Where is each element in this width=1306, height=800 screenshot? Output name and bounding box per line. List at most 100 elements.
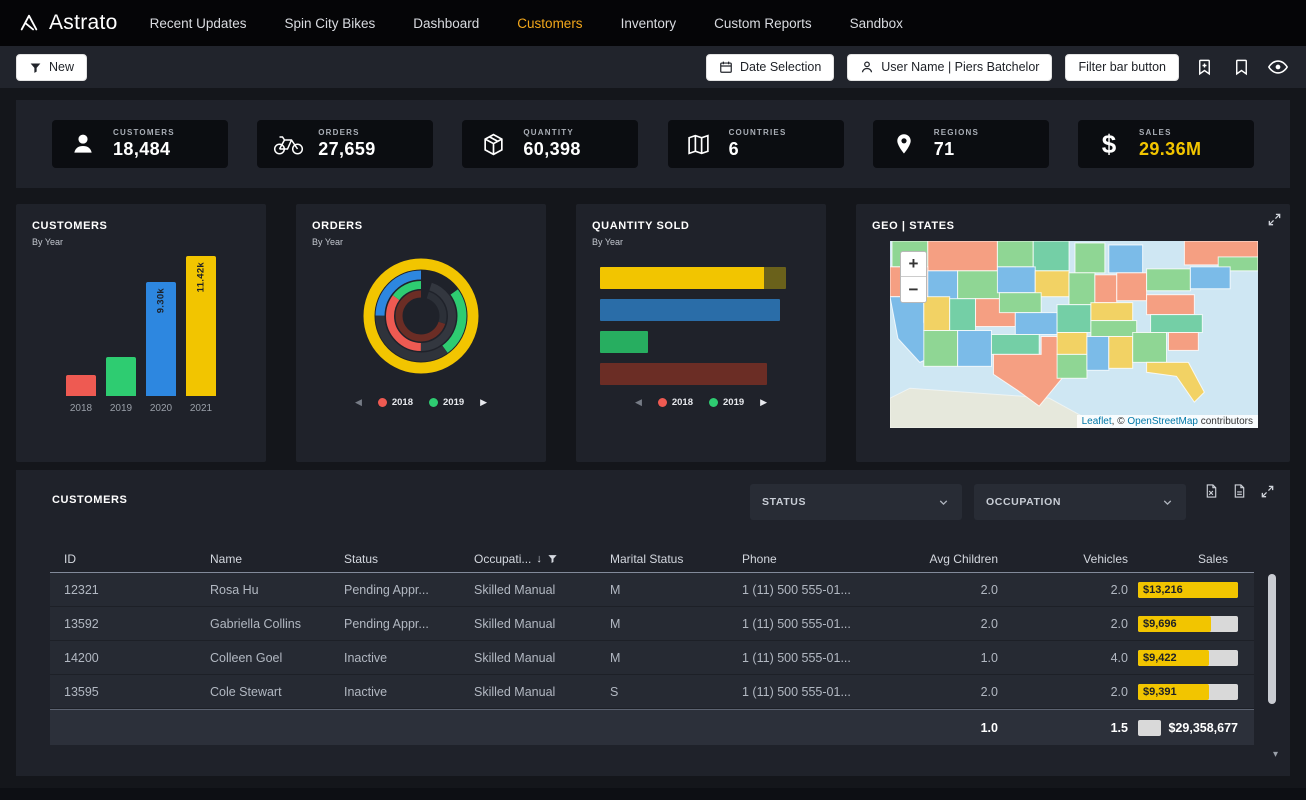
- expand-icon[interactable]: [1267, 212, 1282, 232]
- customers-icon: [66, 131, 100, 157]
- eye-icon[interactable]: [1266, 55, 1290, 79]
- sort-desc-icon[interactable]: ↓: [536, 553, 542, 565]
- nav-item-customers[interactable]: Customers: [517, 16, 582, 31]
- cell-vehicles: 2.0: [1008, 583, 1138, 597]
- user-button[interactable]: User Name | Piers Batchelor: [847, 54, 1052, 81]
- export-excel-icon[interactable]: [1202, 482, 1220, 500]
- bar-2018[interactable]: 2018: [66, 254, 96, 416]
- bar-value-label: 9.30k: [156, 288, 167, 313]
- hbar-2019[interactable]: [600, 331, 648, 353]
- chart-title: CUSTOMERS: [32, 220, 107, 232]
- filter-bar-button[interactable]: Filter bar button: [1065, 54, 1179, 81]
- leaflet-link[interactable]: Leaflet: [1082, 416, 1112, 427]
- kpi-card-orders[interactable]: ORDERS27,659: [257, 120, 433, 168]
- hbar-2020[interactable]: [600, 299, 780, 321]
- nav-item-spin-city-bikes[interactable]: Spin City Bikes: [284, 16, 375, 31]
- nav-item-dashboard[interactable]: Dashboard: [413, 16, 479, 31]
- cell-phone: 1 (11) 500 555-01...: [742, 651, 892, 665]
- legend-item-2019[interactable]: 2019: [429, 397, 464, 408]
- zoom-out-button[interactable]: −: [901, 277, 926, 302]
- col-header-sales[interactable]: Sales: [1138, 552, 1238, 566]
- export-document-icon[interactable]: [1230, 482, 1248, 500]
- toolbar-right: Date Selection User Name | Piers Batchel…: [706, 54, 1290, 81]
- legend-item-2018[interactable]: 2018: [378, 397, 413, 408]
- status-filter-dropdown[interactable]: STATUS: [750, 484, 962, 520]
- new-button[interactable]: New: [16, 54, 87, 81]
- legend-dot: [429, 398, 438, 407]
- axis-label: 2021: [190, 403, 212, 416]
- cell-marital-status: M: [610, 583, 742, 597]
- nav-item-inventory[interactable]: Inventory: [621, 16, 677, 31]
- col-header-phone[interactable]: Phone: [742, 552, 892, 566]
- col-header-occupation[interactable]: Occupati... ↓: [474, 552, 610, 566]
- cell-avg-children: 2.0: [892, 617, 1008, 631]
- axis-label: 2020: [150, 403, 172, 416]
- legend-item-2019[interactable]: 2019: [709, 397, 744, 408]
- quantity-icon: [476, 132, 510, 157]
- table-row[interactable]: 13592Gabriella CollinsPending Appr...Ski…: [50, 607, 1254, 641]
- totals-avg-children: 1.0: [892, 721, 1008, 735]
- col-header-name[interactable]: Name: [210, 552, 344, 566]
- zoom-in-button[interactable]: +: [901, 252, 926, 277]
- brand[interactable]: Astrato: [18, 11, 118, 35]
- bookmark-icon[interactable]: [1229, 55, 1253, 79]
- kpi-strip: CUSTOMERS 18,484 ORDERS27,659 QUANTITY60,39…: [16, 100, 1290, 188]
- bookmark-add-icon[interactable]: [1192, 55, 1216, 79]
- legend-next-arrow[interactable]: ▶: [760, 397, 767, 408]
- legend-next-arrow[interactable]: ▶: [480, 397, 487, 408]
- osm-link[interactable]: OpenStreetMap: [1127, 416, 1198, 427]
- expand-icon[interactable]: [1258, 482, 1276, 500]
- legend-item-2018[interactable]: 2018: [658, 397, 693, 408]
- chart-subtitle: By Year: [592, 237, 623, 247]
- legend-prev-arrow[interactable]: ◀: [355, 397, 362, 408]
- cell-phone: 1 (11) 500 555-01...: [742, 583, 892, 597]
- col-header-avg-children[interactable]: Avg Children: [892, 552, 1008, 566]
- cell-status: Inactive: [344, 651, 474, 665]
- kpi-card-quantity[interactable]: QUANTITY60,398: [462, 120, 638, 168]
- bar-2021[interactable]: 11.42k 2021: [186, 254, 216, 416]
- table-row[interactable]: 14200Colleen GoelInactiveSkilled ManualM…: [50, 641, 1254, 675]
- col-header-marital[interactable]: Marital Status: [610, 552, 742, 566]
- orders-legend: ◀ 2018 2019 ▶: [296, 397, 546, 408]
- orders-donut-svg[interactable]: [296, 250, 546, 410]
- occupation-filter-dropdown[interactable]: OCCUPATION: [974, 484, 1186, 520]
- kpi-value: 29.36M: [1139, 139, 1201, 160]
- bottom-strip: [0, 788, 1306, 800]
- kpi-label: ORDERS: [318, 128, 375, 137]
- nav-item-sandbox[interactable]: Sandbox: [850, 16, 903, 31]
- table-scrollbar[interactable]: [1268, 574, 1276, 736]
- scroll-down-icon[interactable]: ▾: [1273, 749, 1278, 760]
- brand-name: Astrato: [49, 11, 118, 35]
- scrollbar-thumb[interactable]: [1268, 574, 1276, 704]
- us-states-map[interactable]: + − Leaflet, © OpenStreetMap contributor…: [890, 241, 1258, 428]
- table-row[interactable]: 13595Cole StewartInactiveSkilled ManualS…: [50, 675, 1254, 709]
- kpi-value: 18,484: [113, 139, 175, 160]
- col-header-id[interactable]: ID: [64, 552, 210, 566]
- kpi-card-regions[interactable]: REGIONS71: [873, 120, 1049, 168]
- kpi-label: CUSTOMERS: [113, 128, 175, 137]
- totals-sales-bar: [1138, 720, 1161, 736]
- date-selection-button[interactable]: Date Selection: [706, 54, 834, 81]
- hbar-2018[interactable]: [600, 363, 767, 385]
- orders-chart-panel: ORDERS By Year ◀20182019▶: [296, 204, 546, 462]
- kpi-card-sales[interactable]: $SALES29.36M: [1078, 120, 1254, 168]
- hbar-2021[interactable]: [600, 267, 786, 289]
- kpi-label: COUNTRIES: [729, 128, 787, 137]
- cell-name: Gabriella Collins: [210, 617, 344, 631]
- col-header-status[interactable]: Status: [344, 552, 474, 566]
- kpi-card-countries[interactable]: COUNTRIES6: [668, 120, 844, 168]
- bar-2019[interactable]: 2019: [106, 254, 136, 416]
- bar-2020[interactable]: 9.30k 2020: [146, 254, 176, 416]
- cell-sales: $9,391: [1138, 684, 1238, 700]
- table-row[interactable]: 12321Rosa HuPending Appr...Skilled Manua…: [50, 573, 1254, 607]
- nav-item-recent-updates[interactable]: Recent Updates: [150, 16, 247, 31]
- top-nav: Astrato Recent Updates Spin City Bikes Das…: [0, 0, 1306, 46]
- legend-prev-arrow[interactable]: ◀: [635, 397, 642, 408]
- column-filter-icon[interactable]: [547, 553, 558, 564]
- nav-item-custom-reports[interactable]: Custom Reports: [714, 16, 812, 31]
- table-header: ID Name Status Occupati... ↓ Marital Sta…: [50, 545, 1254, 573]
- bar-value-label: 11.42k: [196, 262, 207, 292]
- col-header-vehicles[interactable]: Vehicles: [1008, 552, 1138, 566]
- map-canvas: [890, 241, 1258, 428]
- kpi-card-customers[interactable]: CUSTOMERS 18,484: [52, 120, 228, 168]
